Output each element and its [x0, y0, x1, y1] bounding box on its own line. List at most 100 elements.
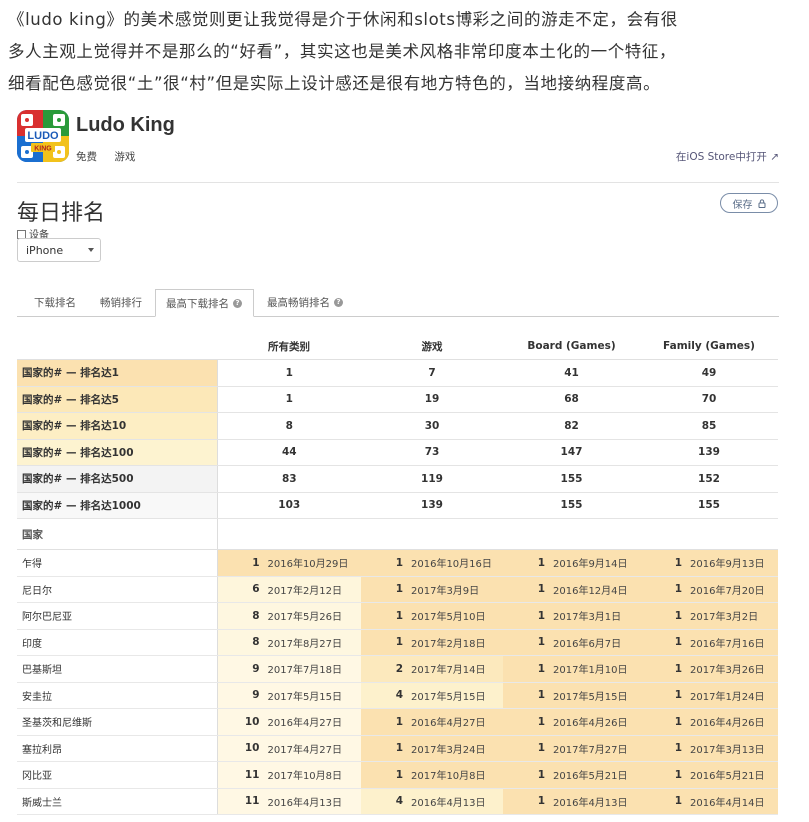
country-name[interactable]: 印度 [17, 629, 218, 656]
tab-top-downloads[interactable]: 最高下载排名? [155, 289, 254, 317]
rank-value: 82 [503, 412, 640, 440]
country-name[interactable]: 尼日尔 [17, 576, 218, 603]
rank-value: 19 [361, 386, 503, 413]
country-name[interactable]: 巴基斯坦 [17, 655, 218, 683]
intro-line: 细看配色感觉很“土”很“村”但是实际上设计感还是很有地方特色的，当地接纳程度高。 [8, 74, 661, 93]
peak-date: 2016年4月26日 [690, 718, 765, 730]
country-rank-cell: 1 2016年4月26日 [503, 708, 640, 736]
peak-rank: 1 [537, 583, 545, 596]
rank-value: 68 [503, 386, 640, 413]
peak-rank: 1 [537, 556, 545, 569]
peak-rank: 9 [252, 662, 260, 675]
save-button[interactable]: 保存 [720, 193, 778, 213]
country-name[interactable]: 阿尔巴尼亚 [17, 602, 218, 630]
tab-top-grossing[interactable]: 最高畅销排名? [267, 289, 343, 316]
open-in-store-link[interactable]: 在iOS Store中打开 ↗ [676, 149, 779, 164]
country-rank-cell: 6 2017年2月12日 [217, 576, 361, 603]
peak-rank: 10 [244, 715, 260, 728]
rank-value: 119 [361, 465, 503, 493]
rank-value: 30 [361, 412, 503, 440]
peak-date: 2016年10月16日 [411, 559, 492, 571]
corner-cell [17, 333, 217, 360]
country-rank-cell: 1 2017年2月18日 [361, 629, 503, 656]
peak-rank: 8 [252, 609, 260, 622]
tab-label: 下载排名 [34, 297, 76, 309]
peak-date: 2016年4月26日 [553, 718, 628, 730]
country-name[interactable]: 冈比亚 [17, 761, 218, 789]
peak-rank: 11 [244, 768, 260, 781]
country-row: 巴基斯坦 9 2017年7月18日 2 2017年7月14日 1 2017年1月10日 1 20… [17, 655, 778, 683]
country-rank-cell: 1 2017年1月24日 [640, 682, 778, 709]
icon-subtext: KING [34, 146, 52, 153]
rank-value: 41 [503, 359, 640, 387]
country-name[interactable]: 斯威士兰 [17, 788, 218, 815]
peak-date: 2016年9月14日 [553, 559, 628, 571]
country-rank-cell: 9 2017年5月15日 [217, 682, 361, 709]
tab-label: 畅销排行 [100, 297, 142, 309]
country-rank-cell: 1 2017年5月15日 [503, 682, 640, 709]
tab-grossing[interactable]: 畅销排行 [100, 289, 142, 316]
peak-rank: 1 [537, 715, 545, 728]
country-rank-cell: 1 2016年10月29日 [217, 549, 361, 577]
country-rank-cell: 1 2016年5月21日 [503, 761, 640, 789]
rank-row-label: 国家的# — 排名达500 [17, 465, 218, 493]
app-category[interactable]: 游戏 [114, 151, 135, 163]
country-rank-cell: 8 2017年5月26日 [217, 602, 361, 630]
peak-date: 2017年7月18日 [267, 665, 343, 677]
peak-rank: 1 [537, 768, 545, 781]
country-rank-cell: 1 2016年4月27日 [361, 708, 503, 736]
country-rank-cell: 1 2016年10月16日 [361, 549, 503, 577]
country-rank-cell: 1 2017年5月10日 [361, 602, 503, 630]
tab-bar: 下载排名 畅销排行 最高下载排名? 最高畅销排名? [17, 289, 779, 317]
rank-row-label: 国家的# — 排名达100 [17, 439, 218, 466]
country-rank-cell: 1 2017年1月10日 [503, 655, 640, 683]
country-header-label: 国家 [17, 518, 217, 550]
peak-rank: 6 [252, 583, 260, 596]
peak-rank: 1 [395, 583, 403, 596]
device-select-value: iPhone [26, 243, 64, 257]
country-rank-cell: 1 2017年3月1日 [503, 602, 640, 630]
peak-rank: 11 [244, 795, 260, 808]
peak-date: 2016年4月13日 [411, 797, 486, 809]
peak-date: 2017年7月14日 [411, 665, 486, 677]
help-icon[interactable]: ? [334, 298, 343, 307]
rank-value: 7 [361, 359, 503, 387]
country-name[interactable]: 安圭拉 [17, 682, 218, 709]
save-button-label: 保存 [732, 199, 753, 211]
country-section-header: 国家 [17, 518, 778, 550]
rank-row-label: 国家的# — 排名达1000 [17, 492, 218, 519]
peak-date: 2017年3月9日 [411, 585, 480, 597]
country-rank-cell: 1 2016年9月14日 [503, 549, 640, 577]
device-select[interactable]: iPhone [17, 238, 101, 262]
peak-rank: 1 [674, 636, 682, 649]
help-icon[interactable]: ? [233, 298, 242, 308]
peak-date: 2017年5月15日 [267, 691, 343, 703]
peak-rank: 1 [395, 636, 403, 649]
rank-value: 147 [503, 439, 640, 466]
peak-date: 2017年3月1日 [553, 612, 622, 624]
country-row: 斯威士兰 11 2016年4月13日 4 2016年4月13日 1 2016年4月13日 1 2… [17, 788, 778, 815]
rank-row: 国家的# — 排名达500 83 119 155 152 [17, 465, 778, 493]
icon-text: LUDO [27, 130, 59, 142]
peak-date: 2017年3月13日 [690, 744, 765, 756]
country-rank-cell: 1 2017年3月26日 [640, 655, 778, 683]
rank-value: 103 [217, 492, 361, 519]
country-name[interactable]: 乍得 [17, 549, 218, 577]
country-rank-cell: 1 2016年5月21日 [640, 761, 778, 789]
country-name[interactable]: 圣基茨和尼维斯 [17, 708, 218, 736]
peak-rank: 2 [395, 662, 403, 675]
country-row: 印度 8 2017年8月27日 1 2017年2月18日 1 2016年6月7日 1 2016年… [17, 629, 778, 656]
rank-value: 152 [640, 465, 778, 493]
rank-row: 国家的# — 排名达10 8 30 82 85 [17, 412, 778, 440]
intro-line: 多人主观上觉得并不是那么的“好看”，其实这也是美术风格非常印度本土化的一个特征， [8, 42, 677, 61]
page-title: 每日排名 [17, 201, 106, 226]
country-name[interactable]: 塞拉利昂 [17, 735, 218, 762]
peak-rank: 1 [674, 556, 682, 569]
intro-line: 《ludo king》的美术感觉则更让我觉得是介于休闲和slots博彩之间的游走… [8, 10, 678, 29]
peak-rank: 1 [395, 609, 403, 622]
peak-rank: 1 [537, 742, 545, 755]
peak-rank: 8 [252, 636, 260, 649]
tab-downloads[interactable]: 下载排名 [34, 289, 76, 316]
peak-date: 2016年12月4日 [553, 585, 628, 597]
rank-value: 155 [640, 492, 778, 519]
